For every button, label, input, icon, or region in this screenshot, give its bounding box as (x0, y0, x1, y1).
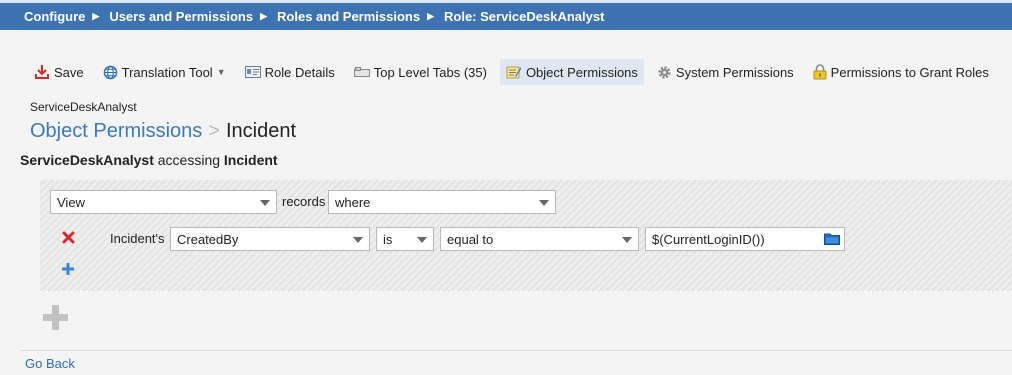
breadcrumb-configure[interactable]: Configure (24, 9, 85, 24)
where-select[interactable]: where (328, 190, 556, 214)
chevron-down-icon (622, 237, 632, 243)
save-icon (35, 65, 49, 79)
save-label: Save (54, 64, 84, 80)
object-permissions-tab[interactable]: Object Permissions (499, 59, 644, 85)
subtitle-object: Incident (223, 152, 278, 168)
breadcrumb-role[interactable]: Role: ServiceDeskAnalyst (444, 9, 604, 24)
chevron-down-icon (353, 237, 363, 243)
lock-icon (813, 64, 827, 80)
object-permissions-label: Object Permissions (525, 64, 638, 80)
gear-icon (658, 65, 671, 79)
permissions-to-grant-roles-label: Permissions to Grant Roles (830, 64, 989, 80)
page-title-section: Object Permissions (30, 120, 203, 142)
delete-icon[interactable] (62, 231, 75, 244)
breadcrumb-users-and-permissions[interactable]: Users and Permissions (109, 9, 253, 24)
breadcrumb-roles-and-permissions[interactable]: Roles and Permissions (277, 9, 420, 24)
chevron-down-icon (539, 200, 549, 206)
breadcrumb: Configure ▶ Users and Permissions ▶ Role… (0, 0, 1012, 30)
field-select-value: CreatedBy (177, 232, 239, 247)
role-details-label: Role Details (264, 64, 335, 80)
chevron-down-icon (417, 237, 427, 243)
save-button[interactable]: Save (28, 59, 90, 85)
globe-icon (103, 65, 117, 79)
subtitle-mid: accessing (153, 152, 224, 168)
go-back-link[interactable]: Go Back (25, 356, 75, 371)
chevron-right-icon: ▶ (260, 11, 268, 21)
comparison-select-value: equal to (447, 232, 494, 247)
chevron-right-icon: ▶ (427, 11, 435, 21)
folder-icon[interactable] (824, 232, 840, 245)
top-level-tabs-label: Top Level Tabs (35) (373, 64, 487, 80)
comparison-select[interactable]: equal to (440, 227, 639, 251)
system-permissions-label: System Permissions (675, 64, 794, 80)
field-select[interactable]: CreatedBy (170, 227, 370, 251)
chevron-right-icon: ▶ (92, 11, 100, 21)
translation-tool-label: Translation Tool (121, 64, 213, 80)
page-title: Object Permissions > Incident (30, 120, 296, 143)
translation-tool-button[interactable]: Translation Tool ▼ (97, 59, 232, 85)
page-title-object: Incident (225, 120, 297, 142)
role-details-button[interactable]: Role Details (239, 59, 341, 85)
value-input[interactable]: $(CurrentLoginID()) (645, 227, 845, 251)
add-condition-icon[interactable] (61, 262, 75, 276)
operator-select[interactable]: is (376, 227, 434, 251)
access-subtitle: ServiceDeskAnalyst accessing Incident (20, 152, 278, 168)
toolbar: Save Translation Tool ▼ Role Details Top… (28, 59, 1002, 85)
action-select-value: View (57, 195, 85, 210)
operator-select-value: is (383, 232, 393, 247)
value-input-text: $(CurrentLoginID()) (652, 232, 765, 247)
permissions-to-grant-roles-button[interactable]: Permissions to Grant Roles (807, 59, 995, 85)
role-name: ServiceDeskAnalyst (30, 100, 137, 114)
add-rule-icon[interactable] (41, 303, 70, 332)
subtitle-role: ServiceDeskAnalyst (20, 152, 154, 168)
chevron-down-icon (260, 200, 270, 206)
where-select-value: where (335, 195, 371, 210)
tabs-icon (353, 67, 370, 77)
records-label: records (282, 194, 326, 209)
action-select[interactable]: View (50, 190, 277, 214)
footer-divider (20, 350, 1012, 351)
top-level-tabs-button[interactable]: Top Level Tabs (35) (348, 59, 493, 85)
system-permissions-button[interactable]: System Permissions (651, 59, 800, 85)
chevron-down-icon: ▼ (216, 67, 226, 77)
object-permissions-icon (506, 66, 522, 79)
id-card-icon (244, 66, 261, 78)
condition-prefix-label: Incident's (110, 231, 165, 246)
title-separator: > (208, 120, 220, 142)
